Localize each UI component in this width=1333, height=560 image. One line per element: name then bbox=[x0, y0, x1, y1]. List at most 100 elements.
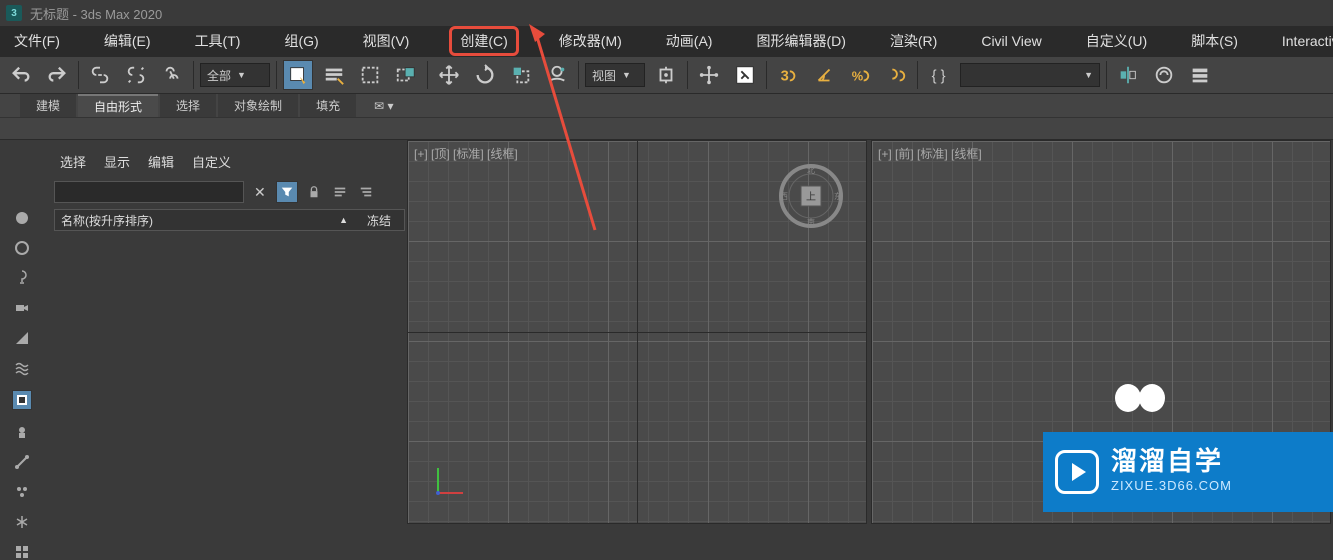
sphere-icon[interactable] bbox=[12, 210, 32, 226]
menu-customize[interactable]: 自定义(U) bbox=[1082, 27, 1151, 55]
tab-populate[interactable]: 填充 bbox=[300, 94, 356, 117]
menu-animation[interactable]: 动画(A) bbox=[662, 27, 717, 55]
undo-button[interactable] bbox=[6, 60, 36, 90]
select-by-name-button[interactable] bbox=[319, 60, 349, 90]
link-button[interactable] bbox=[85, 60, 115, 90]
helper-icon[interactable] bbox=[12, 330, 32, 346]
spacewarp-icon[interactable] bbox=[12, 360, 32, 376]
bind-button[interactable] bbox=[157, 60, 187, 90]
pivot-center-button[interactable] bbox=[651, 60, 681, 90]
main-toolbar: 全部 ▼ 视图 ▼ 3 % { } ▼ bbox=[0, 56, 1333, 94]
unlink-button[interactable] bbox=[121, 60, 151, 90]
caret-down-icon: ▼ bbox=[1084, 70, 1093, 80]
manipulate-button[interactable] bbox=[694, 60, 724, 90]
ribbon-tabs: 建模 自由形式 选择 对象绘制 填充 ✉ ▾ bbox=[0, 94, 1333, 118]
list-sort-icon[interactable] bbox=[356, 182, 376, 202]
tab-object-paint[interactable]: 对象绘制 bbox=[218, 94, 298, 117]
watermark-url: ZIXUE.3D66.COM bbox=[1111, 478, 1232, 493]
crowd-icon[interactable] bbox=[12, 484, 32, 500]
select-object-button[interactable] bbox=[283, 60, 313, 90]
caret-down-icon: ▼ bbox=[622, 70, 631, 80]
tab-selection[interactable]: 选择 bbox=[160, 94, 216, 117]
system-icon[interactable] bbox=[12, 390, 32, 410]
left-toolbar bbox=[0, 140, 44, 524]
angle-snap-button[interactable] bbox=[809, 60, 839, 90]
viewport-front-label[interactable]: [+] [前] [标准] [线框] bbox=[878, 145, 982, 162]
snap-toggle-button[interactable]: 3 bbox=[773, 60, 803, 90]
scene-list-header: 名称(按升序排序) ▲ 冻结 bbox=[54, 209, 405, 231]
column-freeze[interactable]: 冻结 bbox=[354, 212, 404, 229]
menu-civil-view[interactable]: Civil View bbox=[977, 29, 1045, 53]
grid-icon[interactable] bbox=[12, 544, 32, 560]
svg-text:上: 上 bbox=[806, 191, 816, 203]
svg-text:{ }: { } bbox=[932, 69, 946, 85]
tab-modeling[interactable]: 建模 bbox=[20, 94, 76, 117]
clear-search-button[interactable]: ✕ bbox=[250, 184, 270, 201]
container-icon[interactable] bbox=[12, 424, 32, 440]
selection-filter-value: 全部 bbox=[207, 67, 231, 84]
tab-freeform[interactable]: 自由形式 bbox=[78, 94, 158, 117]
scene-tab-edit[interactable]: 编辑 bbox=[148, 152, 174, 171]
menu-rendering[interactable]: 渲染(R) bbox=[886, 27, 941, 55]
filter-button[interactable] bbox=[276, 181, 298, 203]
list-options-icon[interactable] bbox=[330, 182, 350, 202]
window-title: 无标题 - 3ds Max 2020 bbox=[30, 4, 162, 23]
svg-text:3: 3 bbox=[781, 69, 789, 85]
viewcube[interactable]: 上 北 南 东 西 bbox=[776, 161, 846, 231]
mirror-button[interactable] bbox=[1113, 60, 1143, 90]
svg-text:东: 东 bbox=[834, 191, 842, 201]
placement-button[interactable] bbox=[542, 60, 572, 90]
named-selection-dropdown[interactable]: ▼ bbox=[960, 63, 1100, 87]
menu-view[interactable]: 视图(V) bbox=[359, 27, 414, 55]
menu-interactive[interactable]: Interactive bbox=[1278, 29, 1333, 53]
menu-graph-editors[interactable]: 图形编辑器(D) bbox=[752, 27, 849, 55]
main-area: 选择 显示 编辑 自定义 ✕ 名称(按升序排序) ▲ 冻结 bbox=[0, 140, 1333, 524]
circle-icon[interactable] bbox=[12, 240, 32, 256]
viewport-top-label[interactable]: [+] [顶] [标准] [线框] bbox=[414, 145, 518, 162]
svg-text:北: 北 bbox=[807, 166, 815, 175]
svg-text:西: 西 bbox=[780, 192, 788, 201]
left-panel: 选择 显示 编辑 自定义 ✕ 名称(按升序排序) ▲ 冻结 bbox=[0, 140, 405, 524]
menu-modifiers[interactable]: 修改器(M) bbox=[555, 27, 626, 55]
axis-gizmo bbox=[428, 463, 468, 503]
move-button[interactable] bbox=[434, 60, 464, 90]
menu-create[interactable]: 创建(C) bbox=[449, 26, 518, 56]
scene-search-input[interactable] bbox=[54, 181, 244, 203]
layers-button[interactable] bbox=[1185, 60, 1215, 90]
reference-coord-value: 视图 bbox=[592, 67, 616, 84]
menu-scripting[interactable]: 脚本(S) bbox=[1187, 27, 1242, 55]
viewport-top[interactable]: [+] [顶] [标准] [线框] 上 北 南 东 西 bbox=[407, 140, 867, 524]
menu-tools[interactable]: 工具(T) bbox=[191, 27, 245, 55]
menu-edit[interactable]: 编辑(E) bbox=[100, 27, 155, 55]
titlebar: 3 无标题 - 3ds Max 2020 bbox=[0, 0, 1333, 26]
percent-snap-button[interactable]: % bbox=[845, 60, 875, 90]
menu-file[interactable]: 文件(F) bbox=[10, 27, 64, 55]
svg-text:%: % bbox=[852, 69, 864, 84]
menu-group[interactable]: 组(G) bbox=[280, 27, 322, 55]
menubar: 文件(F) 编辑(E) 工具(T) 组(G) 视图(V) 创建(C) 修改器(M… bbox=[0, 26, 1333, 56]
lock-icon[interactable] bbox=[304, 182, 324, 202]
reference-coord-dropdown[interactable]: 视图 ▼ bbox=[585, 63, 645, 87]
app-logo-icon: 3 bbox=[6, 5, 22, 21]
camera-icon[interactable] bbox=[12, 300, 32, 316]
selection-filter-dropdown[interactable]: 全部 ▼ bbox=[200, 63, 270, 87]
scale-button[interactable] bbox=[506, 60, 536, 90]
snowflake-icon[interactable] bbox=[12, 514, 32, 530]
spinner-snap-button[interactable] bbox=[881, 60, 911, 90]
scene-tab-select[interactable]: 选择 bbox=[60, 152, 86, 171]
envelope-icon[interactable]: ✉ ▾ bbox=[358, 94, 409, 117]
scene-tab-customize[interactable]: 自定义 bbox=[192, 152, 231, 171]
redo-button[interactable] bbox=[42, 60, 72, 90]
scene-tab-display[interactable]: 显示 bbox=[104, 152, 130, 171]
align-button[interactable] bbox=[1149, 60, 1179, 90]
window-crossing-button[interactable] bbox=[391, 60, 421, 90]
decorative-shape bbox=[1110, 384, 1170, 423]
light-icon[interactable] bbox=[12, 270, 32, 286]
bone-icon[interactable] bbox=[12, 454, 32, 470]
watermark: 溜溜自学 ZIXUE.3D66.COM bbox=[1043, 432, 1333, 512]
rotate-button[interactable] bbox=[470, 60, 500, 90]
column-name[interactable]: 名称(按升序排序) ▲ bbox=[55, 212, 354, 229]
keyboard-shortcut-button[interactable] bbox=[730, 60, 760, 90]
selection-region-rect-button[interactable] bbox=[355, 60, 385, 90]
named-selection-button[interactable]: { } bbox=[924, 60, 954, 90]
